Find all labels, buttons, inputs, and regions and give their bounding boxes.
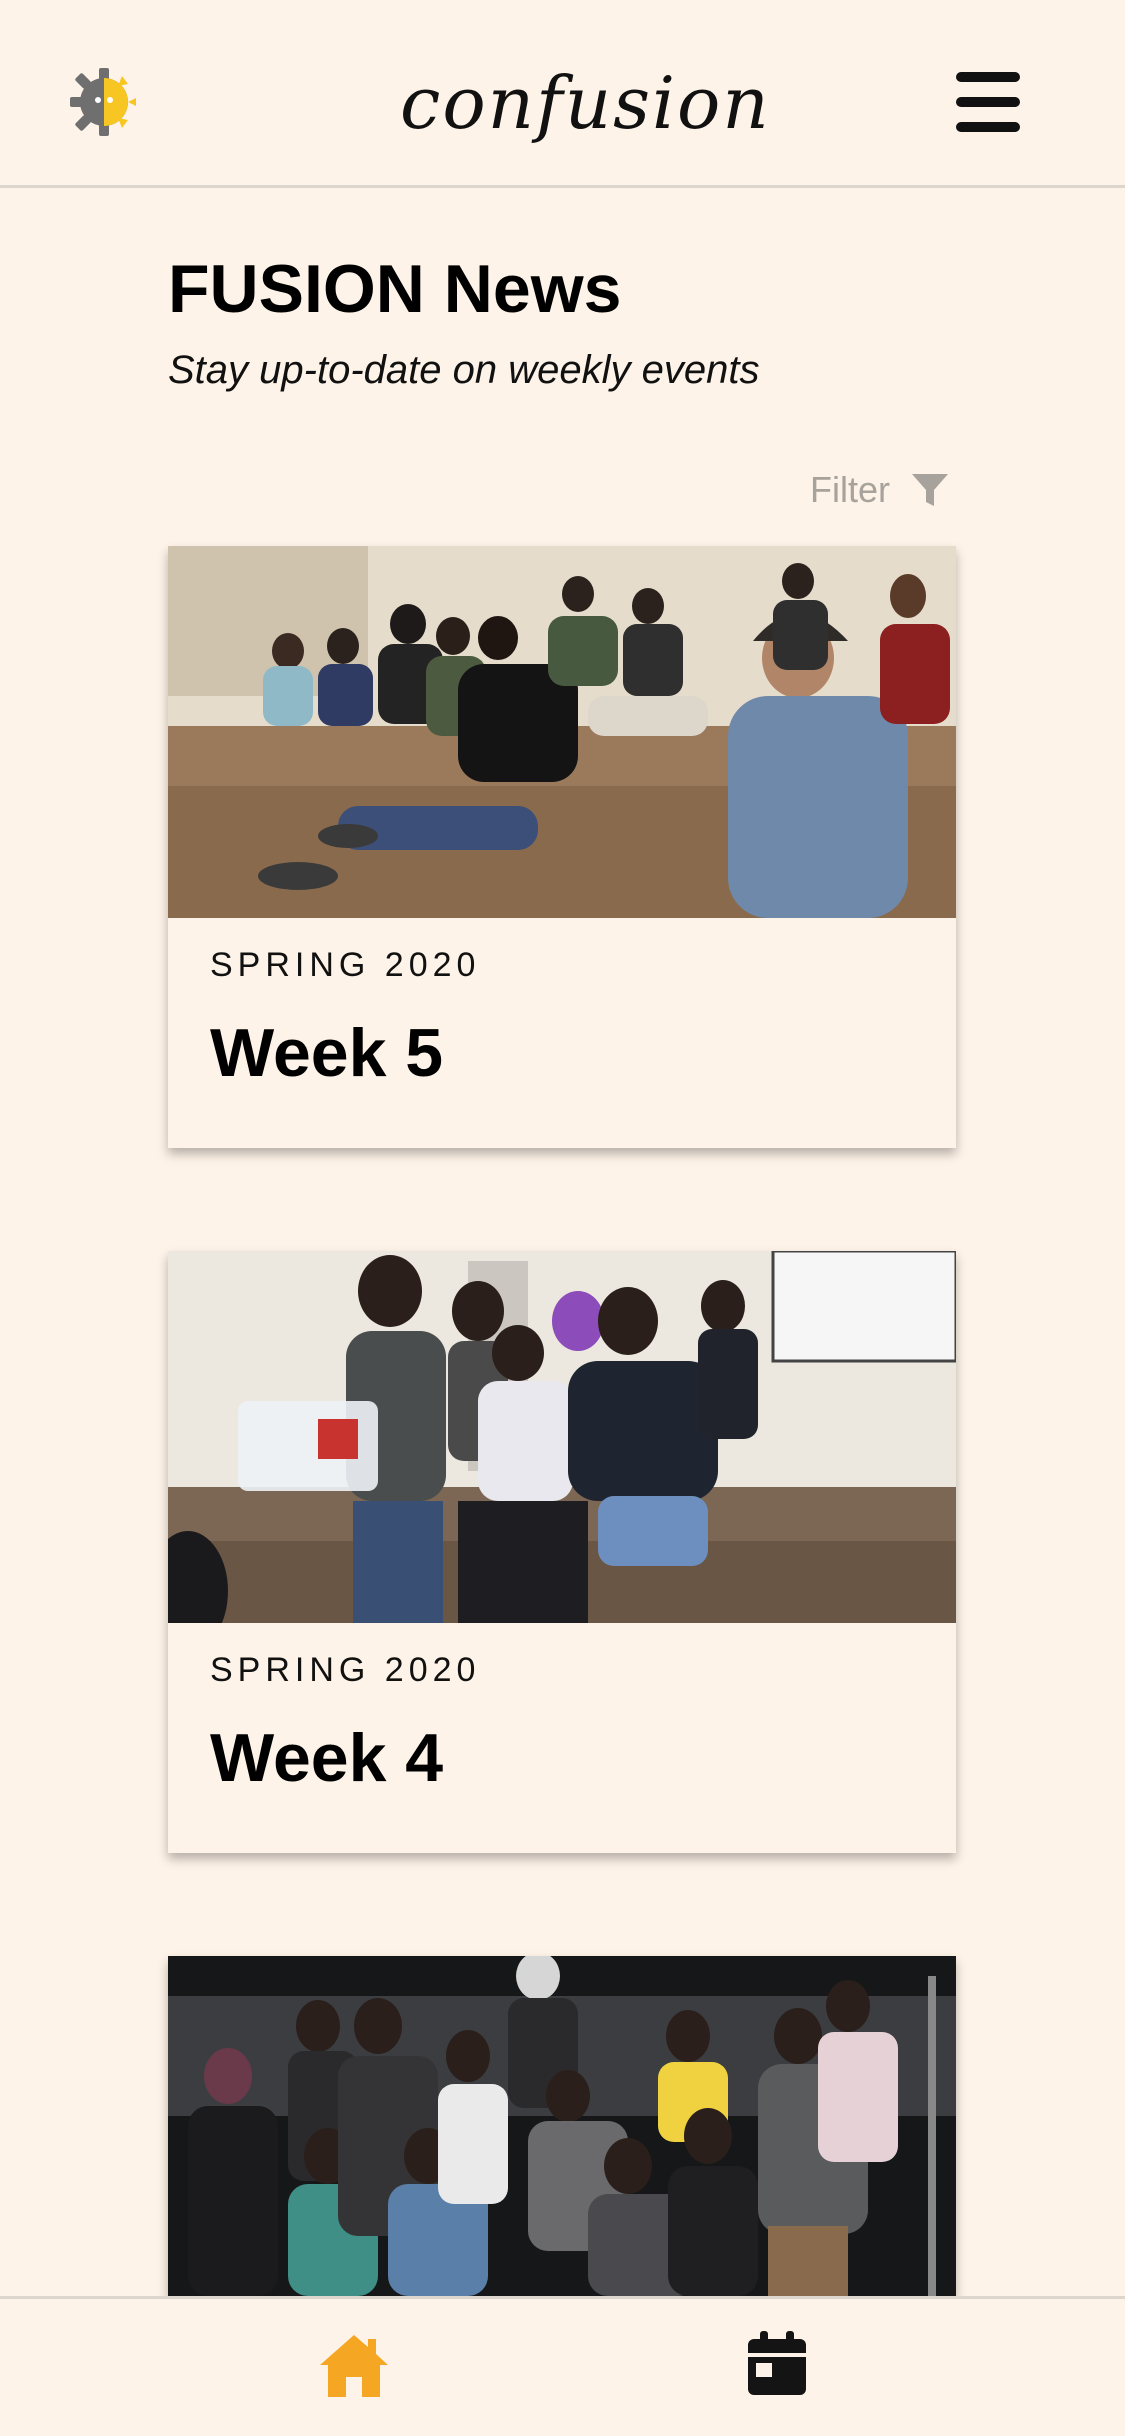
- page-subtitle: Stay up-to-date on weekly events: [168, 348, 760, 392]
- card-body: SPRING 2020 Week 4: [168, 1623, 956, 1853]
- news-card[interactable]: [168, 1956, 956, 2296]
- card-season: SPRING 2020: [210, 946, 481, 984]
- event-photo: [168, 546, 956, 918]
- card-season: SPRING 2020: [210, 1651, 481, 1689]
- card-title: Week 5: [210, 1015, 444, 1091]
- filter-label: Filter: [810, 469, 890, 510]
- top-bar: confusion: [0, 0, 1125, 188]
- app-screen: confusion FUSION News Stay up-to-date on…: [0, 0, 1125, 2436]
- event-photo: [168, 1956, 956, 2296]
- filter-button[interactable]: Filter: [810, 468, 950, 512]
- funnel-icon: [912, 474, 948, 506]
- calendar-icon[interactable]: [748, 2331, 806, 2395]
- event-photo: [168, 1251, 956, 1623]
- card-title: Week 4: [210, 1720, 444, 1796]
- news-card[interactable]: SPRING 2020 Week 4: [168, 1251, 956, 1853]
- gear-sun-icon[interactable]: [66, 64, 142, 140]
- bottom-nav: [0, 2296, 1125, 2436]
- page-title: FUSION News: [168, 251, 622, 327]
- card-body: SPRING 2020 Week 5: [168, 918, 956, 1148]
- news-card[interactable]: SPRING 2020 Week 5: [168, 546, 956, 1148]
- home-icon[interactable]: [318, 2333, 390, 2399]
- logo-text: confusion: [400, 61, 771, 145]
- app-logo: confusion: [400, 28, 771, 178]
- hamburger-menu-icon[interactable]: [956, 70, 1020, 134]
